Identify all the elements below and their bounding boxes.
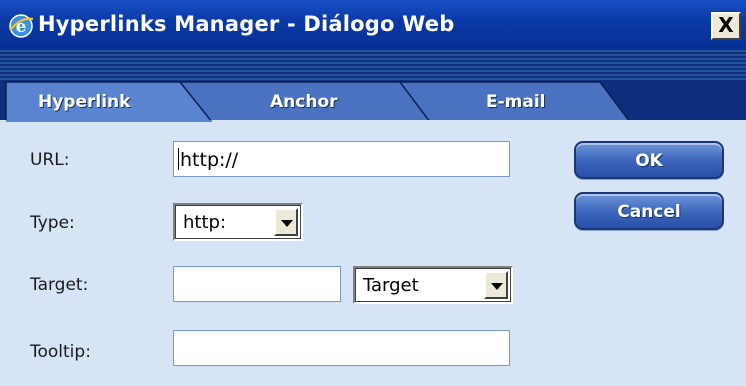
hyperlinks-manager-dialog: e Hyperlinks Manager - Diálogo Web X Hyp… [0, 0, 746, 386]
text-caret [178, 148, 179, 170]
cancel-label: Cancel [617, 202, 681, 222]
title-bar[interactable]: e Hyperlinks Manager - Diálogo Web X [0, 0, 746, 50]
target-label: Target: [30, 275, 89, 295]
url-input[interactable]: http:// [173, 141, 510, 177]
url-value: http:// [180, 149, 239, 171]
tooltip-input[interactable] [173, 330, 510, 366]
type-value: http: [183, 212, 227, 233]
chevron-down-icon[interactable] [484, 271, 508, 299]
ok-label: OK [635, 151, 663, 171]
cancel-button[interactable]: Cancel [574, 192, 724, 230]
chevron-down-icon[interactable] [274, 208, 298, 236]
type-select[interactable]: http: [173, 203, 303, 241]
url-label: URL: [30, 150, 70, 170]
internet-explorer-icon: e [9, 14, 34, 38]
window-title: Hyperlinks Manager - Diálogo Web [38, 12, 455, 36]
type-label: Type: [30, 213, 75, 233]
tab-anchor[interactable]: Anchor [270, 92, 338, 112]
tab-email[interactable]: E-mail [486, 92, 546, 112]
ok-button[interactable]: OK [574, 141, 724, 179]
tooltip-label: Tooltip: [30, 342, 91, 362]
target-select-value: Target [363, 275, 419, 296]
header-band [0, 50, 746, 80]
tab-hyperlink[interactable]: Hyperlink [38, 92, 130, 112]
target-select[interactable]: Target [353, 266, 513, 304]
close-button[interactable]: X [711, 12, 741, 40]
target-input[interactable] [173, 266, 341, 302]
